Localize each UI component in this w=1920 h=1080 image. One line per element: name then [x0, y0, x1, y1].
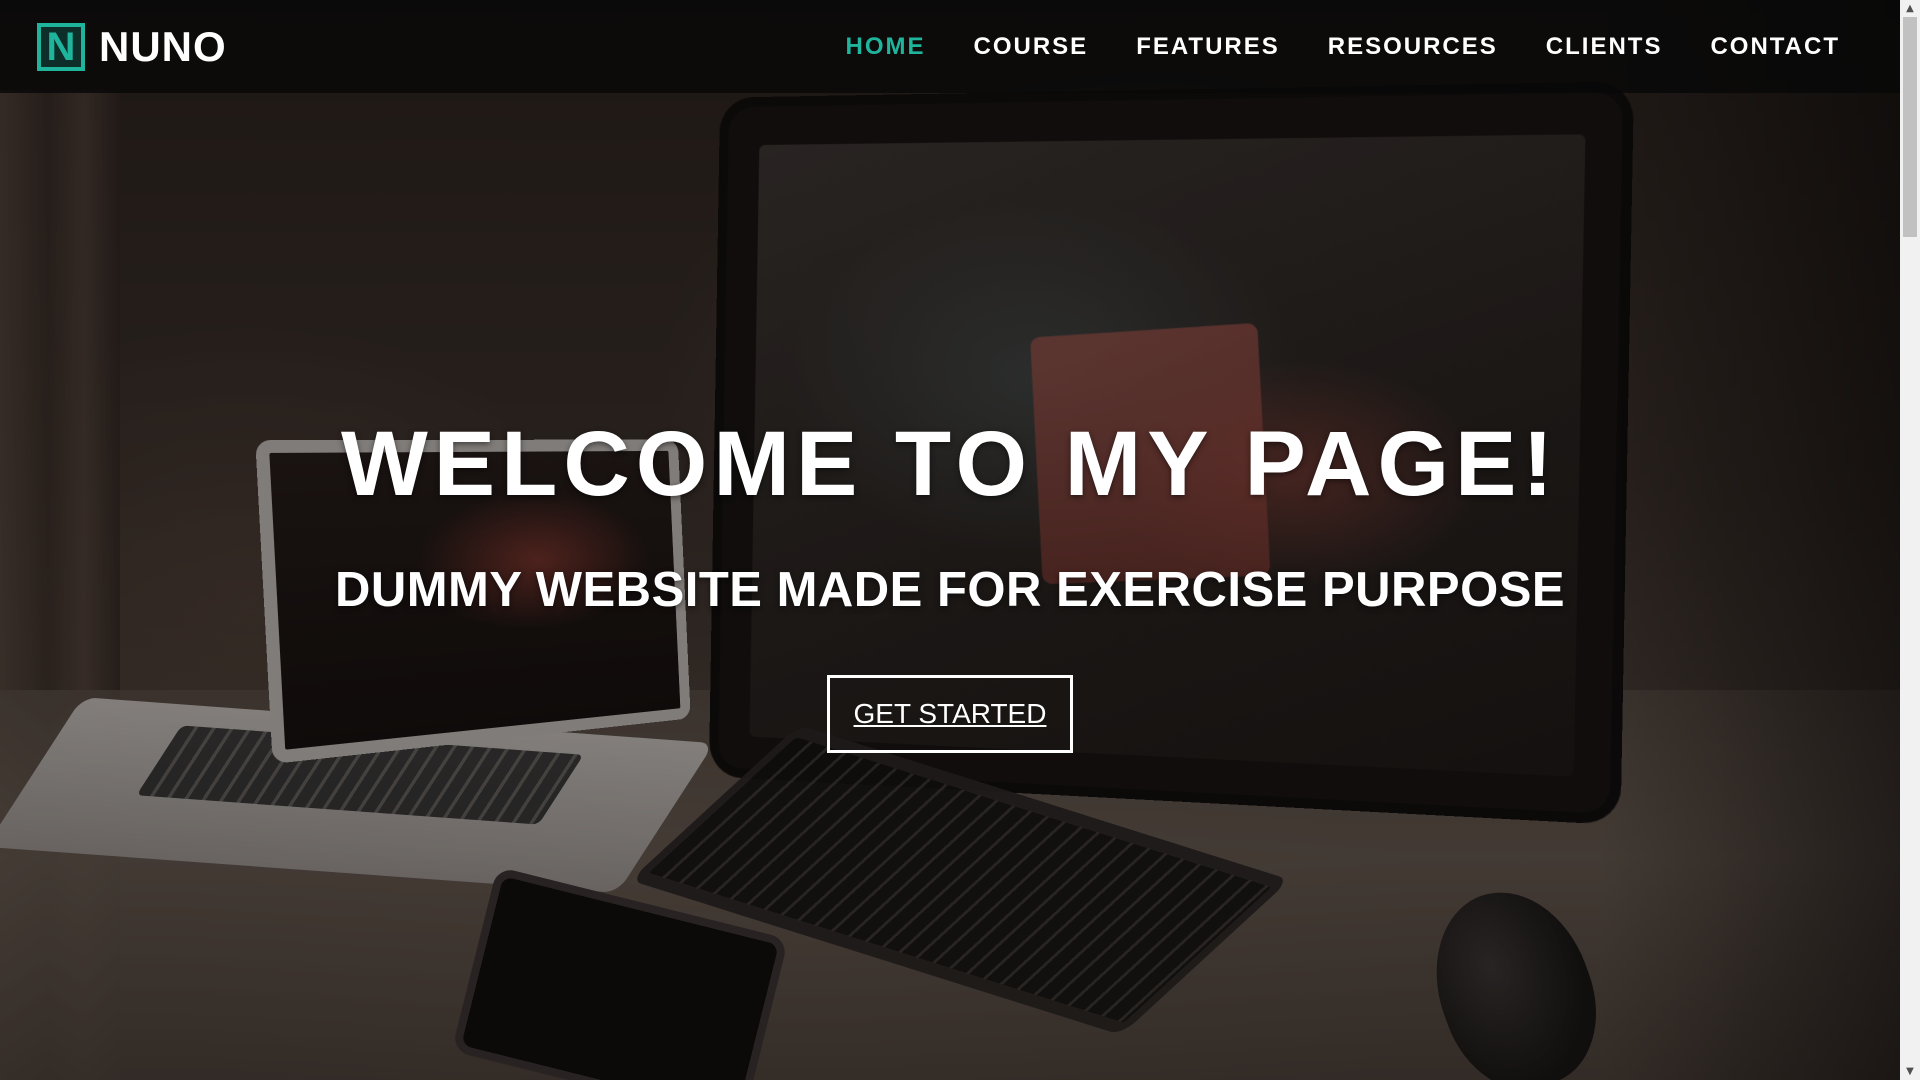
triangle-up-icon[interactable]: ▲	[1900, 0, 1920, 17]
hero-subtitle: DUMMY WEBSITE MADE FOR EXERCISE PURPOSE	[334, 563, 1566, 617]
navbar: N NUNO HOME COURSE FEATURES RESOURCES CL…	[0, 0, 1900, 93]
hero-title: WELCOME TO MY PAGE!	[340, 413, 1560, 515]
nav-link-contact[interactable]: CONTACT	[1710, 33, 1840, 60]
nav-menu: HOME COURSE FEATURES RESOURCES CLIENTS C…	[798, 33, 1901, 61]
brand-link[interactable]: N NUNO	[37, 22, 227, 71]
brand-name: NUNO	[99, 22, 227, 70]
hero-section: WELCOME TO MY PAGE! DUMMY WEBSITE MADE F…	[0, 0, 1900, 1080]
nav-link-resources[interactable]: RESOURCES	[1328, 33, 1498, 60]
scrollbar-thumb[interactable]	[1903, 17, 1917, 237]
triangle-down-icon[interactable]: ▼	[1900, 1063, 1920, 1080]
nav-link-course[interactable]: COURSE	[974, 33, 1089, 60]
nav-link-home[interactable]: HOME	[846, 33, 926, 60]
get-started-button[interactable]: GET STARTED	[827, 675, 1073, 753]
brand-logo-letter: N	[46, 24, 76, 69]
nav-link-features[interactable]: FEATURES	[1136, 33, 1280, 60]
brand-logo-icon: N	[37, 22, 85, 71]
vertical-scrollbar[interactable]: ▲ ▼	[1900, 0, 1920, 1080]
nav-link-clients[interactable]: CLIENTS	[1546, 33, 1663, 60]
